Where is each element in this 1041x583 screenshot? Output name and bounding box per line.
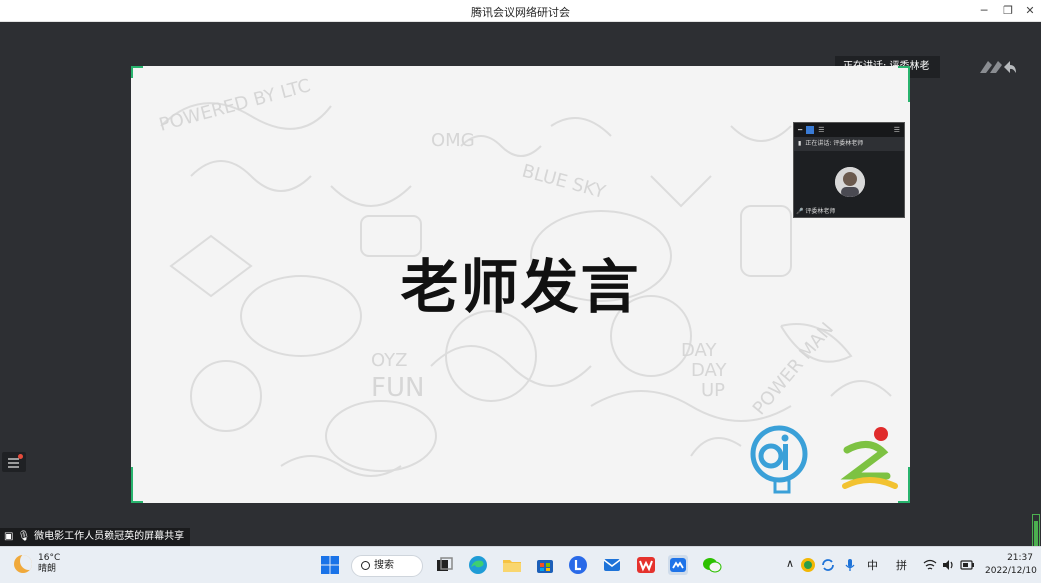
svg-text:OMG: OMG [431,130,475,151]
maximize-button[interactable]: ❐ [1000,3,1016,19]
edge-browser-icon[interactable] [468,555,488,575]
svg-text:UP: UP [701,380,725,401]
sync-icon[interactable] [820,557,836,573]
menu-icon[interactable]: ☰ [894,126,900,134]
taskbar: 16°C 晴朗 搜索 ∧ 中 拼 21:37 2022/12/10 [0,546,1041,583]
svg-text:DAY: DAY [681,340,717,361]
svg-text:DAY: DAY [691,360,727,381]
ime-language[interactable]: 中 [867,557,878,573]
mail-icon[interactable] [602,555,622,575]
minimize-button[interactable]: ─ [976,3,992,19]
mini-speaking-indicator: ▮ 正在讲话: 评委林老师 [794,137,904,151]
tray-app-icon[interactable] [800,557,816,573]
wechat-icon[interactable] [702,555,722,575]
mic-muted-icon: 🎙 [17,531,31,542]
close-button[interactable]: ✕ [1022,3,1038,19]
wps-icon[interactable] [636,555,656,575]
weather-widget[interactable]: 16°C 晴朗 [14,553,60,575]
moon-icon [14,555,32,573]
window-title: 腾讯会议网络研讨会 [471,6,570,19]
frame-corner [898,66,910,102]
mini-toolbar: ━ ☰ ☰ [794,123,904,137]
mic-icon: ▮ [798,140,802,147]
volume-icon[interactable] [941,558,955,572]
minimize-icon[interactable]: ━ [798,126,802,134]
svg-text:BLUE SKY: BLUE SKY [520,161,609,204]
screen-share-icon: ▣ [4,531,14,542]
floating-video-window[interactable]: ━ ☰ ☰ ▮ 正在讲话: 评委林老师 🎤 评委林老师 [793,122,905,218]
frame-corner [131,467,143,503]
member-list-button[interactable] [2,452,26,472]
file-explorer-icon[interactable] [502,555,522,575]
weather-desc: 晴朗 [38,564,57,574]
clock-time: 21:37 [1007,553,1033,563]
ime-mode[interactable]: 拼 [896,557,907,573]
microphone-icon[interactable] [842,557,858,573]
speaker-view-icon[interactable] [806,126,815,134]
screen-share-text: 微电影工作人员赖冠英的屏幕共享 [34,531,185,542]
system-clock[interactable]: 21:37 2022/12/10 [985,552,1037,578]
svg-text:POWER MAN: POWER MAN [749,319,838,420]
signal-icon [980,61,1016,73]
mic-icon: 🎤 [796,208,804,215]
school-logo [840,427,898,489]
participant-name: 🎤 评委林老师 [796,208,836,215]
avatar-image [835,167,865,197]
tray-overflow-icon[interactable]: ∧ [786,557,794,570]
avatar [835,167,865,197]
svg-text:OYZ: OYZ [371,350,408,371]
weather-temp: 16°C [38,553,61,563]
slide-title: 老师发言 [400,253,641,321]
list-view-icon[interactable]: ☰ [818,126,824,134]
store-icon[interactable] [535,555,555,575]
frame-corner [131,66,143,78]
ci-logo [750,425,808,494]
mini-speaking-text: 正在讲话: 评委林老师 [805,140,864,147]
svg-text:FUN: FUN [371,373,424,403]
tencent-meeting-icon[interactable] [668,555,688,575]
windows-start-icon[interactable] [320,555,340,575]
title-bar: 腾讯会议网络研讨会 ─ ❐ ✕ [0,0,1041,22]
meeting-stage: 正在讲话: 评委林老师; [0,22,1041,562]
clock-date: 2022/12/10 [985,566,1037,576]
taskbar-search-button[interactable]: 搜索 [351,555,423,577]
screen-share-label[interactable]: ▣ 🎙 微电影工作人员赖冠英的屏幕共享 [0,528,191,546]
wifi-icon[interactable] [923,558,937,572]
notification-dot [18,454,23,459]
svg-text:POWERED BY LTC: POWERED BY LTC [157,75,313,136]
search-icon [361,561,370,570]
battery-icon[interactable] [959,558,975,572]
app-l-icon[interactable] [568,555,588,575]
task-view-icon[interactable] [434,555,454,575]
